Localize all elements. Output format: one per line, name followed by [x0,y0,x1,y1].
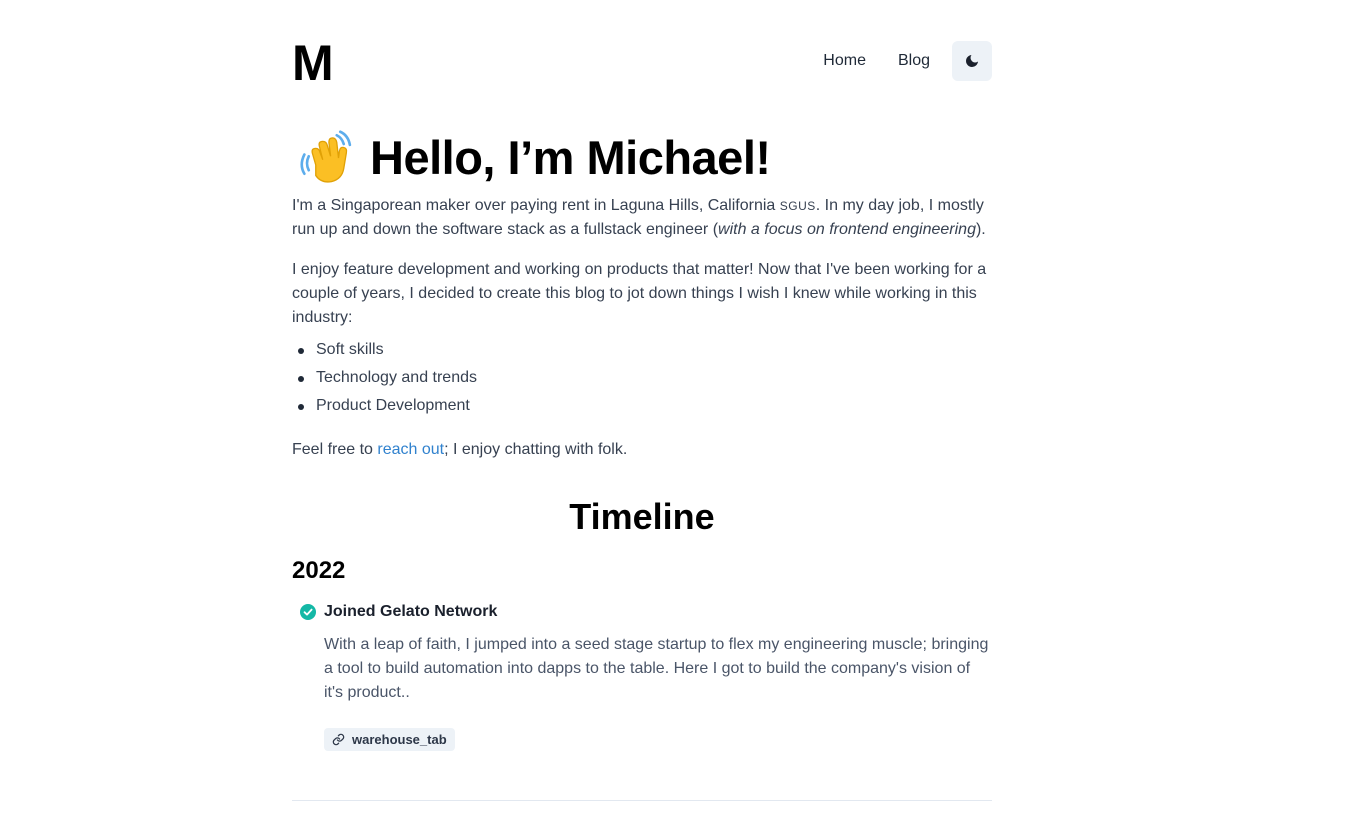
timeline-heading: Timeline [569,496,715,537]
intro-text: I'm a Singaporean maker over paying rent… [292,197,780,214]
main-nav: Home Blog [823,41,992,81]
nav-home-link[interactable]: Home [823,41,866,81]
site-logo[interactable]: M [292,38,334,88]
waving-hand-icon [300,130,352,183]
contact-paragraph: Feel free to reach out; I enjoy chatting… [292,438,992,462]
topics-list: Soft skills Technology and trends Produc… [292,338,477,422]
timeline-item-tag[interactable]: warehouse_tab [324,728,455,751]
section-divider [292,800,992,801]
tag-label: warehouse_tab [352,732,447,747]
about-paragraph: I enjoy feature development and working … [292,261,987,326]
theme-toggle-button[interactable] [952,41,992,81]
check-circle-icon [300,604,316,620]
moon-icon [966,55,978,67]
list-item: Product Development [292,394,477,422]
nav-blog-link[interactable]: Blog [898,41,930,81]
site-header: M Home Blog [292,0,992,122]
intro-emphasis: with a focus on frontend engineering [718,221,976,238]
contact-text: ; I enjoy chatting with folk. [444,441,628,458]
intro-text: ). [975,221,986,238]
intro-paragraph: I'm a Singaporean maker over paying rent… [292,194,992,242]
sgus-text: SGUS [779,199,816,213]
timeline-item-title: Joined Gelato Network [324,603,498,620]
hero-heading: Hello, I’m Michael! [300,128,771,188]
list-item: Soft skills [292,338,477,366]
link-icon [332,733,345,746]
list-item: Technology and trends [292,366,477,394]
contact-text: Feel free to [292,441,378,458]
reach-out-link[interactable]: reach out [377,441,444,458]
timeline-item-description: With a leap of faith, I jumped into a se… [324,636,989,701]
timeline-year: 2022 [292,557,346,584]
page-title: Hello, I’m Michael! [370,131,771,184]
page-container: M Home Blog Hello, I’m Michael! I'm a Si… [292,0,992,801]
timeline-item-header: Joined Gelato Network [300,601,497,623]
